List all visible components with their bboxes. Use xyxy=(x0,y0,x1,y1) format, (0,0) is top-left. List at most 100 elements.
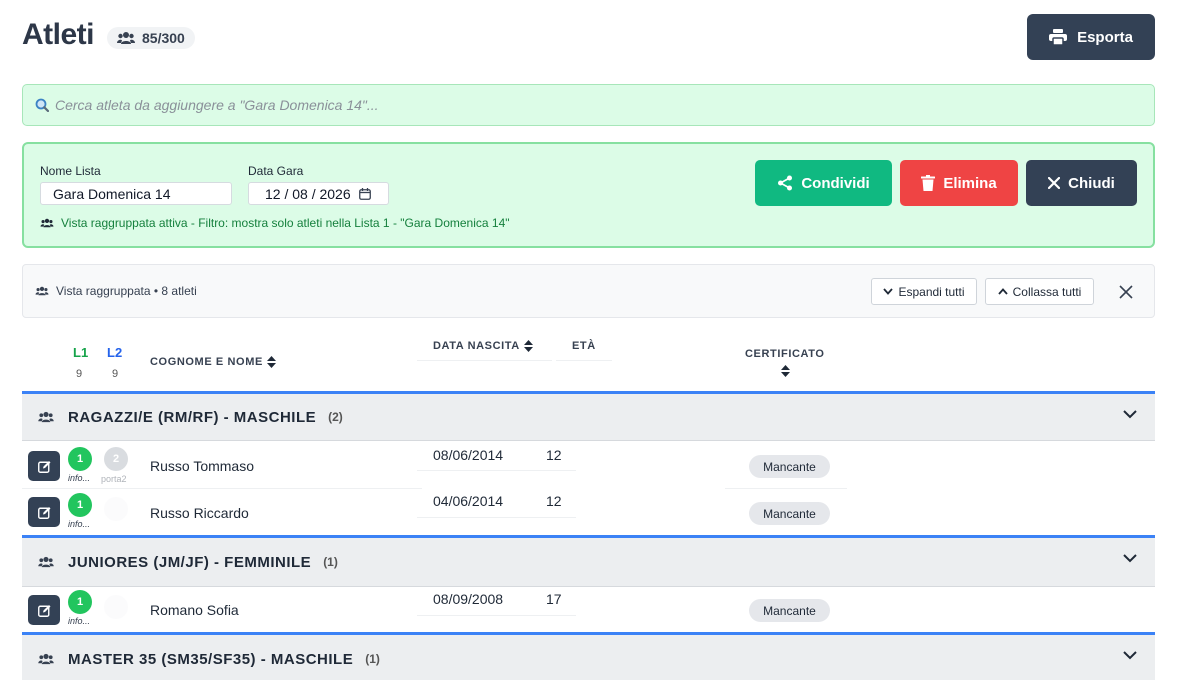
chevron-down-icon xyxy=(883,288,894,295)
group-count: (1) xyxy=(365,652,380,666)
filter-note-text: Vista raggruppata attiva - Filtro: mostr… xyxy=(61,216,510,230)
group-header[interactable]: RAGAZZI/E (RM/RF) - MASCHILE (2) xyxy=(22,391,1155,441)
athlete-count: 85/300 xyxy=(142,30,185,46)
close-label: Chiudi xyxy=(1068,174,1115,192)
list1-note: info... xyxy=(68,519,91,529)
athlete-search-bar[interactable] xyxy=(22,84,1155,126)
list2-note: porta2 xyxy=(101,474,127,484)
edit-athlete-button[interactable] xyxy=(28,451,60,481)
certificate-status-badge: Mancante xyxy=(749,455,830,478)
group-header[interactable]: MASTER 35 (SM35/SF35) - MASCHILE (1) xyxy=(22,632,1155,680)
export-label: Esporta xyxy=(1077,28,1133,46)
race-date-input[interactable]: 12 / 08 / 2026 xyxy=(248,182,389,205)
page-title: Atleti xyxy=(22,18,95,51)
athlete-age: 12 xyxy=(546,447,562,463)
list-name-input[interactable]: Gara Domenica 14 xyxy=(40,182,232,205)
list-panel: Nome Lista Gara Domenica 14 Data Gara 12… xyxy=(22,142,1155,248)
grouped-view-toolbar: Vista raggruppata • 8 atleti Espandi tut… xyxy=(22,264,1155,318)
list1-badge[interactable]: 1 xyxy=(68,493,92,517)
cell-divider xyxy=(531,470,576,471)
list1-badge[interactable]: 1 xyxy=(68,590,92,614)
users-icon xyxy=(40,218,54,228)
search-input[interactable] xyxy=(55,97,1135,113)
users-icon xyxy=(38,556,54,568)
list1-note: info... xyxy=(68,473,91,483)
column-age[interactable]: ETÀ xyxy=(572,340,596,352)
sort-icon[interactable] xyxy=(781,365,790,377)
group-count: (2) xyxy=(328,410,343,424)
edit-athlete-button[interactable] xyxy=(28,595,60,625)
close-icon xyxy=(1048,177,1061,189)
share-label: Condividi xyxy=(801,174,870,192)
athlete-name: Russo Riccardo xyxy=(150,505,249,521)
athlete-birthdate: 08/09/2008 xyxy=(433,591,504,607)
group-header[interactable]: JUNIORES (JM/JF) - FEMMINILE (1) xyxy=(22,535,1155,587)
group-count: (1) xyxy=(323,555,338,569)
row-divider xyxy=(22,488,422,489)
chevron-up-icon xyxy=(997,288,1008,295)
search-icon xyxy=(35,98,49,112)
cell-divider xyxy=(531,517,576,518)
calendar-icon[interactable] xyxy=(358,187,371,200)
close-list-button[interactable]: Chiudi xyxy=(1026,160,1137,206)
column-birth[interactable]: DATA NASCITA xyxy=(433,340,533,352)
column-l1[interactable]: L1 xyxy=(73,345,88,360)
printer-icon xyxy=(1049,29,1068,45)
race-date-value: 12 / 08 / 2026 xyxy=(265,185,351,202)
list1-badge[interactable]: 1 xyxy=(68,447,92,471)
column-l2-count: 9 xyxy=(112,368,119,380)
athlete-age: 17 xyxy=(546,591,562,607)
expand-all-label: Espandi tutti xyxy=(898,284,965,299)
group-title: JUNIORES (JM/JF) - FEMMINILE xyxy=(68,553,312,571)
list1-note: info... xyxy=(68,616,91,626)
edit-icon xyxy=(37,604,50,617)
collapse-all-label: Collassa tutti xyxy=(1012,284,1082,299)
delete-button[interactable]: Elimina xyxy=(900,160,1018,206)
column-l2[interactable]: L2 xyxy=(107,345,122,360)
cell-divider xyxy=(531,615,576,616)
grouped-view-text: Vista raggruppata • 8 atleti xyxy=(56,284,197,298)
chevron-down-icon[interactable] xyxy=(1123,410,1137,419)
athlete-name: Russo Tommaso xyxy=(150,458,255,474)
column-name[interactable]: COGNOME E NOME xyxy=(150,356,276,368)
group-title: MASTER 35 (SM35/SF35) - MASCHILE xyxy=(68,650,354,668)
trash-icon xyxy=(921,175,936,191)
collapse-all-button[interactable]: Collassa tutti xyxy=(985,278,1094,305)
list-name-label: Nome Lista xyxy=(40,164,101,178)
column-birth-label: DATA NASCITA xyxy=(433,340,520,352)
list2-empty-slot[interactable] xyxy=(104,595,128,619)
athlete-birthdate: 04/06/2014 xyxy=(433,493,504,509)
header-divider xyxy=(417,360,552,361)
list2-empty-slot[interactable] xyxy=(104,497,128,521)
users-icon xyxy=(117,32,135,44)
column-name-label: COGNOME E NOME xyxy=(150,356,263,368)
edit-icon xyxy=(37,460,50,473)
header-divider xyxy=(556,360,612,361)
athlete-age: 12 xyxy=(546,493,562,509)
column-l1-count: 9 xyxy=(76,368,83,380)
share-button[interactable]: Condividi xyxy=(755,160,892,206)
users-icon xyxy=(35,286,49,296)
row-divider xyxy=(725,488,847,489)
expand-all-button[interactable]: Espandi tutti xyxy=(871,278,977,305)
athlete-count-badge: 85/300 xyxy=(107,27,195,49)
delete-label: Elimina xyxy=(943,174,997,192)
group-title: RAGAZZI/E (RM/RF) - MASCHILE xyxy=(68,408,317,426)
close-grouped-view-icon[interactable] xyxy=(1119,285,1133,299)
edit-athlete-button[interactable] xyxy=(28,497,60,527)
list2-badge[interactable]: 2 xyxy=(104,447,128,471)
sort-icon xyxy=(266,356,276,368)
sort-icon xyxy=(523,340,533,352)
chevron-down-icon[interactable] xyxy=(1123,554,1137,563)
share-icon xyxy=(778,175,793,191)
export-button[interactable]: Esporta xyxy=(1027,14,1155,60)
users-icon xyxy=(38,653,54,665)
filter-note: Vista raggruppata attiva - Filtro: mostr… xyxy=(40,216,510,230)
certificate-status-badge: Mancante xyxy=(749,599,830,622)
grouped-view-label: Vista raggruppata • 8 atleti xyxy=(35,284,197,298)
athlete-birthdate: 08/06/2014 xyxy=(433,447,504,463)
users-icon xyxy=(38,411,54,423)
column-certificate[interactable]: CERTIFICATO xyxy=(745,348,825,360)
race-date-label: Data Gara xyxy=(248,164,304,178)
chevron-down-icon[interactable] xyxy=(1123,651,1137,660)
